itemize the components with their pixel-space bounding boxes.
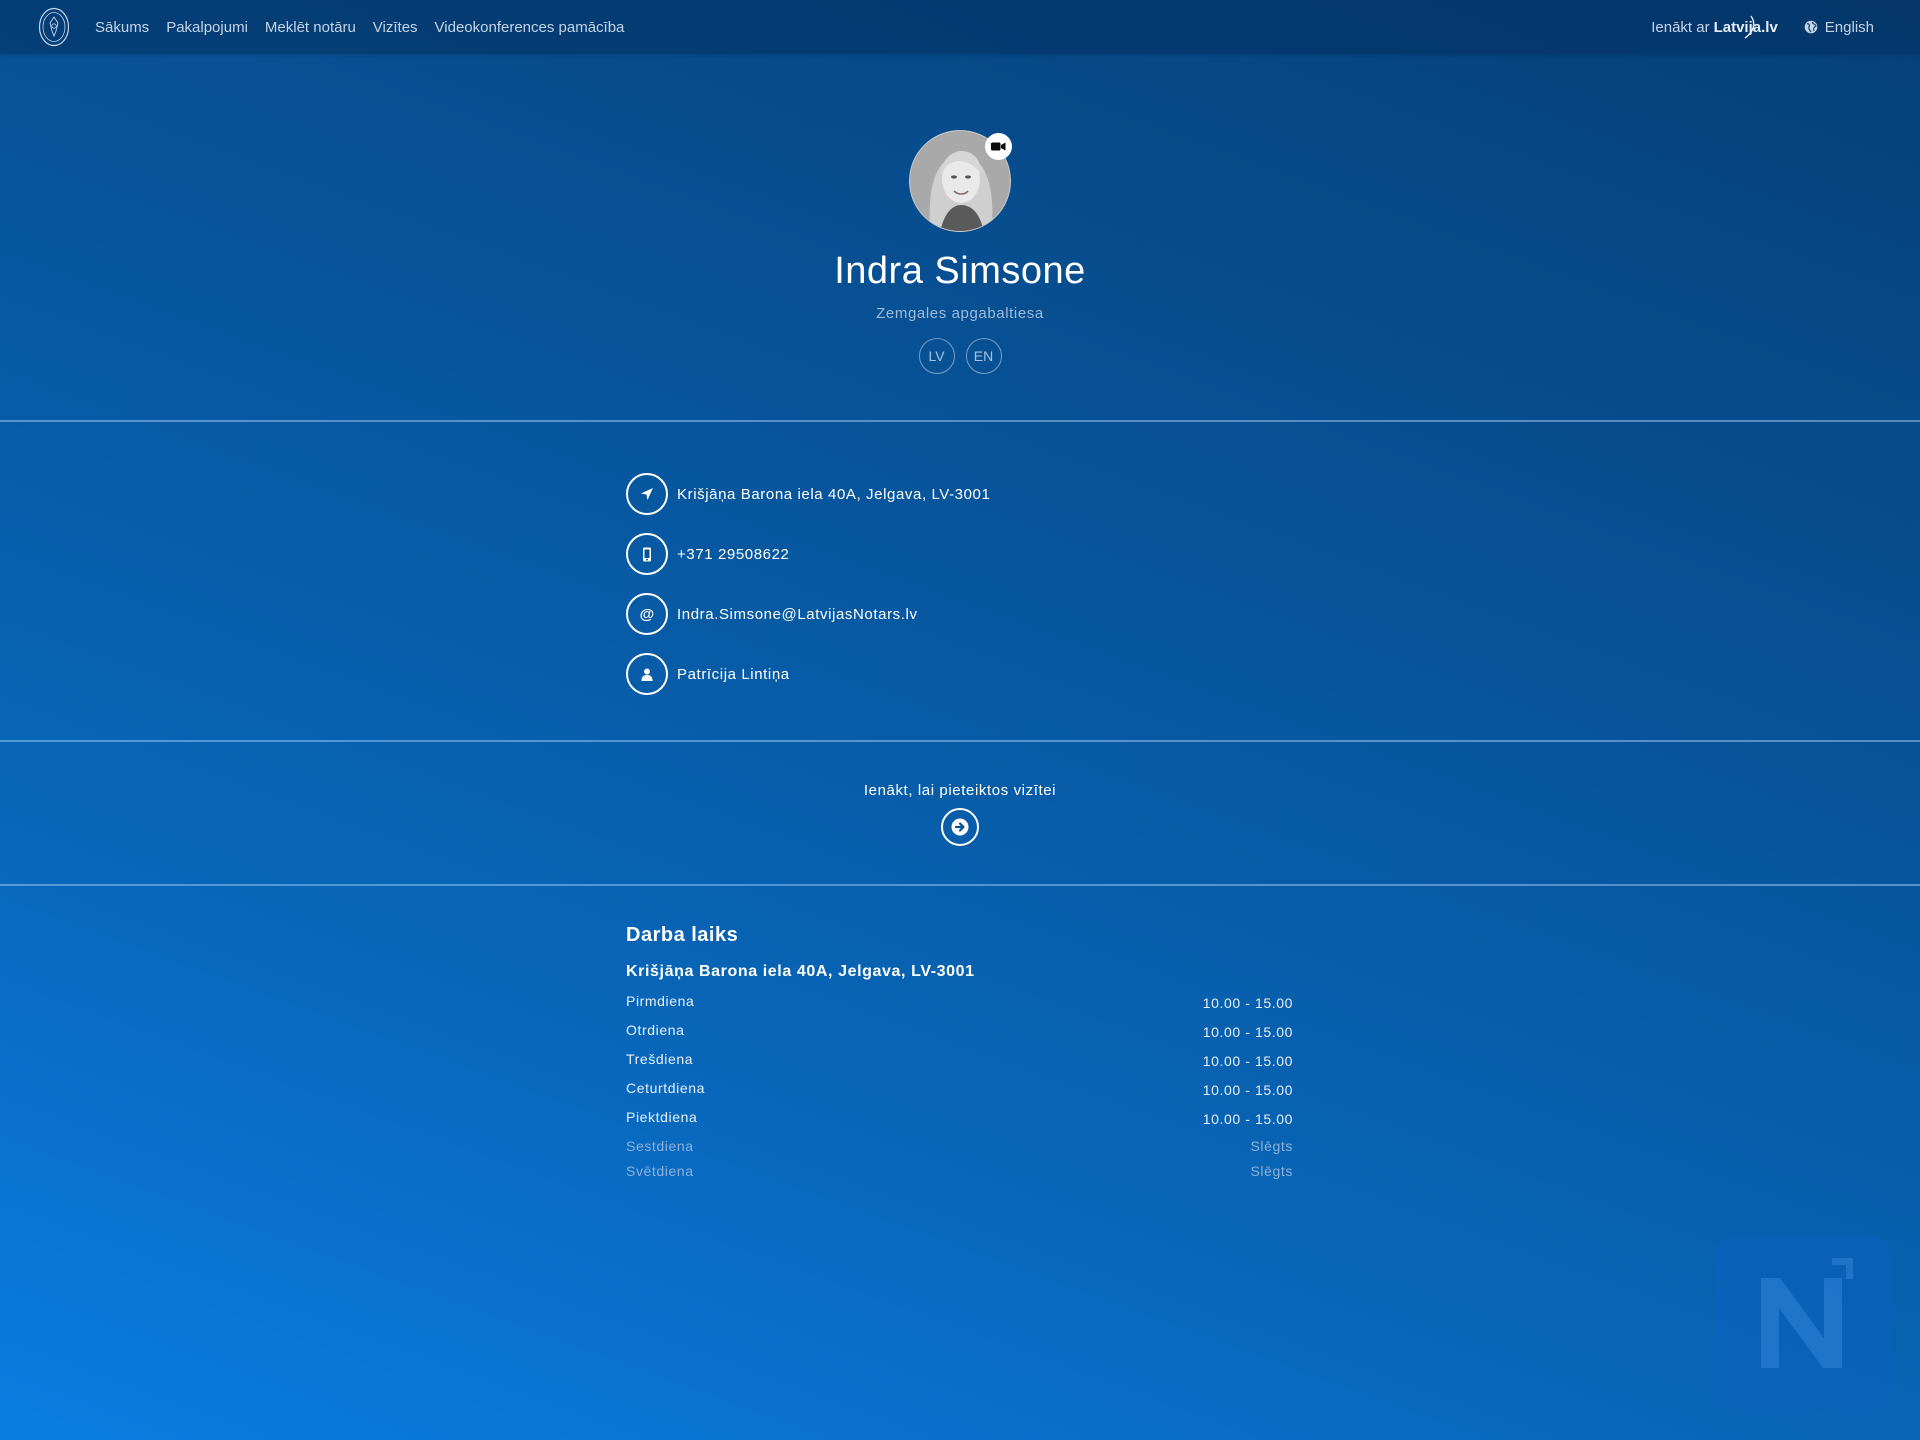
avatar-wrap [909, 130, 1012, 232]
section-divider [0, 884, 1920, 886]
arrow-right-icon [951, 818, 969, 836]
day-label: Pirmdiena [626, 993, 695, 1009]
video-consultation-badge [985, 133, 1012, 160]
notary-seal-logo-icon[interactable] [38, 7, 70, 47]
nav-find-notary[interactable]: Meklēt notāru [265, 19, 356, 36]
login-latvija-link[interactable]: Ienākt ar Latvija.lv [1651, 15, 1778, 39]
login-to-book-section: Ienākt, lai pieteiktos vizītei [0, 782, 1920, 846]
nav-services[interactable]: Pakalpojumi [166, 19, 248, 36]
hours-row: Pirmdiena 10.00 - 15.00 [626, 993, 1293, 1022]
notary-name: Indra Simsone [834, 250, 1086, 292]
working-hours-address: Krišjāņa Barona iela 40A, Jelgava, LV-30… [626, 963, 975, 980]
login-to-book-button[interactable] [941, 808, 979, 846]
day-label: Svētdiena [626, 1163, 694, 1179]
hours-row: Trešdiena 10.00 - 15.00 [626, 1051, 1293, 1080]
language-label: English [1824, 18, 1874, 36]
globe-icon [1804, 20, 1818, 34]
hours-row-closed: Sestdiena Slēgts [626, 1138, 1293, 1163]
day-label: Piektdiena [626, 1109, 698, 1125]
video-camera-icon [991, 142, 1006, 151]
contact-email: @ Indra.Simsone@LatvijasNotars.lv [626, 593, 990, 635]
working-hours: Darba laiks Krišjāņa Barona iela 40A, Je… [626, 924, 1293, 1188]
email-link[interactable]: Indra.Simsone@LatvijasNotars.lv [677, 606, 918, 623]
day-label: Sestdiena [626, 1138, 694, 1154]
notary-court: Zemgales apgabaltiesa [876, 305, 1044, 322]
notary-profile: Indra Simsone Zemgales apgabaltiesa LV E… [0, 130, 1920, 374]
at-sign-icon: @ [626, 593, 668, 635]
hours-row: Piektdiena 10.00 - 15.00 [626, 1109, 1293, 1138]
working-hours-list: Pirmdiena 10.00 - 15.00 Otrdiena 10.00 -… [626, 993, 1293, 1188]
time-range: 10.00 - 15.00 [1202, 1024, 1293, 1040]
day-label: Otrdiena [626, 1022, 685, 1038]
time-range: 10.00 - 15.00 [1202, 1082, 1293, 1098]
contact-phone: +371 29508622 [626, 533, 990, 575]
day-label: Trešdiena [626, 1051, 694, 1067]
nav-visits[interactable]: Vizītes [373, 19, 418, 36]
language-switch[interactable]: English [1804, 19, 1874, 36]
working-hours-title: Darba laiks [626, 924, 739, 946]
time-range: 10.00 - 15.00 [1202, 995, 1293, 1011]
contact-assistant: Patrīcija Lintiņa [626, 653, 990, 695]
nav-home[interactable]: Sākums [95, 19, 149, 36]
user-icon [626, 653, 668, 695]
time-range: 10.00 - 15.00 [1202, 1053, 1293, 1069]
language-badge-lv: LV [918, 338, 955, 374]
language-badges: LV EN [0, 338, 1920, 374]
section-divider [0, 740, 1920, 742]
nav-video-guide[interactable]: Videokonferences pamācība [435, 19, 625, 36]
assistant-name: Patrīcija Lintiņa [677, 665, 790, 683]
hours-row-closed: Svētdiena Slēgts [626, 1163, 1293, 1188]
contact-address: Krišjāņa Barona iela 40A, Jelgava, LV-30… [626, 473, 990, 515]
login-to-book-text[interactable]: Ienākt, lai pieteiktos vizītei [0, 782, 1920, 799]
language-badge-en: EN [965, 338, 1002, 374]
time-range: Slēgts [1250, 1163, 1293, 1179]
top-navbar: Sākums Pakalpojumi Meklēt notāru Vizītes… [0, 0, 1920, 54]
hours-row: Otrdiena 10.00 - 15.00 [626, 1022, 1293, 1051]
time-range: 10.00 - 15.00 [1202, 1111, 1293, 1127]
notary-n-logo-icon [1716, 1236, 1890, 1410]
day-label: Ceturtdiena [626, 1080, 705, 1096]
phone-link[interactable]: +371 29508622 [677, 546, 790, 563]
latvija-swoosh-icon [1744, 15, 1754, 39]
login-prefix: Ienākt ar [1651, 18, 1710, 36]
contact-list: Krišjāņa Barona iela 40A, Jelgava, LV-30… [626, 473, 990, 713]
address-text: Krišjāņa Barona iela 40A, Jelgava, LV-30… [677, 485, 991, 503]
mobile-phone-icon [626, 533, 668, 575]
time-range: Slēgts [1250, 1138, 1293, 1154]
hours-row: Ceturtdiena 10.00 - 15.00 [626, 1080, 1293, 1109]
location-arrow-icon [626, 473, 668, 515]
section-divider [0, 420, 1920, 422]
notary-n-logo-mark [1761, 1258, 1853, 1368]
login-brand: Latvija.lv [1714, 15, 1778, 39]
